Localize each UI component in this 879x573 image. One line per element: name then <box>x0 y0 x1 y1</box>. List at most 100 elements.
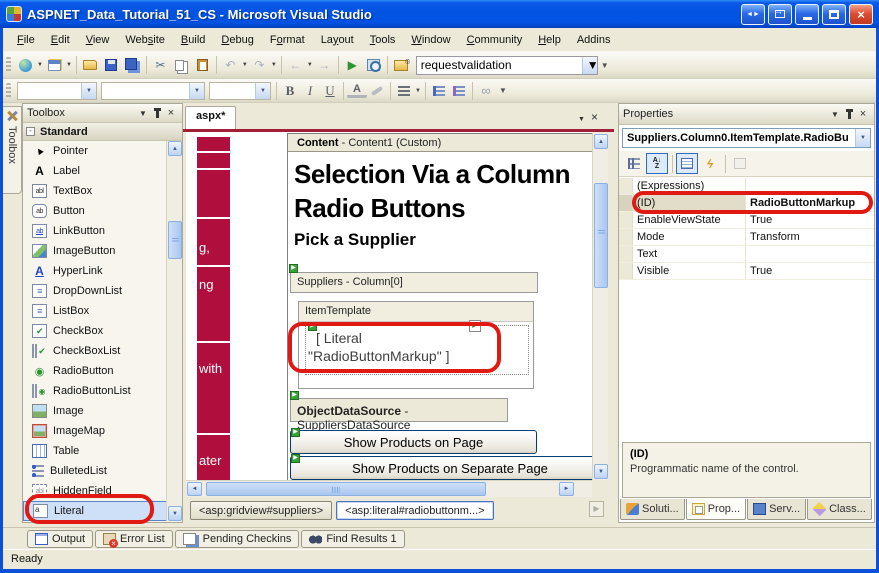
find-in-files-button[interactable] <box>392 56 411 75</box>
toolbox-section-standard[interactable]: - Standard <box>23 123 182 141</box>
target-schema-combo[interactable]: ▼ <box>17 82 97 100</box>
toolbar-overflow-button[interactable]: ▼ <box>499 86 507 95</box>
events-button[interactable]: ϟ <box>699 153 721 174</box>
bulleted-list-button[interactable] <box>429 81 449 100</box>
tag-literal-radiobuttonmarkup[interactable]: <asp:literal#radiobuttonm...> <box>336 501 493 520</box>
tab-error-list[interactable]: Error List <box>95 530 173 548</box>
scroll-left-button[interactable]: ◄ <box>187 482 202 496</box>
undo-dropdown[interactable]: ▼ <box>242 62 248 68</box>
tab-class[interactable]: Class... <box>807 499 872 520</box>
toolbox-item-radiobuttonlist[interactable]: ◉RadioButtonList <box>23 381 167 401</box>
navigate-forward-button[interactable]: → <box>315 56 334 75</box>
tab-prop[interactable]: Prop... <box>686 499 746 520</box>
tag-navigator-next-button[interactable]: ▶ <box>589 501 604 517</box>
italic-button[interactable]: I <box>300 81 320 100</box>
button-glyph-icon[interactable]: ▶ <box>291 454 300 463</box>
toolbox-item-pointer[interactable]: ►Pointer <box>23 141 167 161</box>
properties-view-button[interactable] <box>676 153 698 174</box>
search-combo-dropdown[interactable]: ▼ <box>582 57 597 74</box>
hyperlink-button[interactable]: ∞ <box>476 81 496 100</box>
toolbox-close-button[interactable]: × <box>164 107 178 120</box>
menu-build[interactable]: Build <box>173 31 213 49</box>
close-button[interactable]: × <box>849 4 873 25</box>
menu-window[interactable]: Window <box>403 31 458 49</box>
collapse-icon[interactable]: - <box>26 127 35 136</box>
underline-button[interactable]: U <box>320 81 340 100</box>
scrollbar-thumb[interactable] <box>168 221 182 259</box>
tab-find-results-1[interactable]: Find Results 1 <box>301 530 404 548</box>
categorized-button[interactable] <box>623 153 645 174</box>
copy-button[interactable] <box>172 56 191 75</box>
font-name-combo[interactable]: ▼ <box>101 82 205 100</box>
font-size-combo[interactable]: ▼ <box>209 82 271 100</box>
tab-soluti[interactable]: Soluti... <box>620 499 685 520</box>
combo-dropdown[interactable]: ▼ <box>255 83 270 99</box>
tab-output[interactable]: Output <box>27 530 93 548</box>
toolbar-overflow-button[interactable]: ▼ <box>601 61 609 70</box>
tab-serv[interactable]: Serv... <box>747 499 806 520</box>
undo-button[interactable]: ↶ <box>221 56 240 75</box>
menu-view[interactable]: View <box>78 31 118 49</box>
toolbox-item-hyperlink[interactable]: AHyperLink <box>23 261 167 281</box>
properties-object-dropdown[interactable]: ▼ <box>855 129 870 147</box>
toolbox-scrollbar[interactable]: ▲ ▼ <box>166 141 182 521</box>
property-value[interactable]: True <box>746 212 874 228</box>
menu-layout[interactable]: Layout <box>313 31 362 49</box>
start-debugging-button[interactable]: ▶ <box>343 56 362 75</box>
properties-pin-button[interactable] <box>842 108 856 121</box>
numbered-list-button[interactable] <box>449 81 469 100</box>
show-products-on-separate-page-button[interactable]: Show Products on Separate Page <box>290 456 592 480</box>
property-value[interactable] <box>746 246 874 262</box>
toolbox-item-linkbutton[interactable]: abLinkButton <box>23 221 167 241</box>
save-all-button[interactable] <box>123 56 142 75</box>
highlight-button[interactable] <box>367 81 387 100</box>
toolbox-item-listbox[interactable]: ≡ListBox <box>23 301 167 321</box>
add-new-item-button[interactable] <box>45 56 64 75</box>
toolbox-item-label[interactable]: ALabel <box>23 161 167 181</box>
document-tab-aspx[interactable]: aspx* <box>185 106 236 129</box>
menu-edit[interactable]: Edit <box>43 31 78 49</box>
search-combo-value[interactable]: requestvalidation <box>417 58 582 72</box>
alignment-button[interactable] <box>394 81 414 100</box>
property-row-text[interactable]: Text <box>619 246 874 263</box>
scroll-down-button[interactable]: ▼ <box>168 506 182 521</box>
scrollbar-thumb[interactable] <box>206 482 486 496</box>
design-horizontal-scrollbar[interactable]: ◄ ► <box>186 480 592 497</box>
navigate-back-button[interactable]: ← <box>286 56 305 75</box>
toolbox-item-table[interactable]: Table <box>23 441 167 461</box>
datasource-glyph-icon[interactable]: ▶ <box>290 391 299 400</box>
scroll-up-button[interactable]: ▲ <box>168 141 182 156</box>
property-pages-button[interactable] <box>729 153 751 174</box>
scrollbar-thumb[interactable] <box>594 183 608 288</box>
menu-debug[interactable]: Debug <box>213 31 261 49</box>
gridview-header[interactable]: Suppliers - Column[0] <box>290 272 538 293</box>
document-close-button[interactable]: × <box>591 110 604 124</box>
scroll-up-button[interactable]: ▲ <box>594 134 608 149</box>
button-glyph-icon[interactable]: ▶ <box>291 428 300 437</box>
combo-dropdown[interactable]: ▼ <box>81 83 96 99</box>
menu-website[interactable]: Website <box>117 31 173 49</box>
toolbox-item-textbox[interactable]: ablTextBox <box>23 181 167 201</box>
open-file-button[interactable] <box>81 56 100 75</box>
item-template-header[interactable]: ItemTemplate <box>299 302 533 322</box>
menu-file[interactable]: File <box>9 31 43 49</box>
property-row-enableviewstate[interactable]: EnableViewStateTrue <box>619 212 874 229</box>
toolbox-item-checkboxlist[interactable]: ✔CheckBoxList <box>23 341 167 361</box>
menu-help[interactable]: Help <box>530 31 569 49</box>
window-undock-button[interactable] <box>768 4 792 25</box>
toolbox-menu-dropdown[interactable]: ▼ <box>136 107 150 120</box>
show-products-on-page-button[interactable]: Show Products on Page <box>290 430 537 454</box>
bold-button[interactable]: B <box>280 81 300 100</box>
properties-menu-dropdown[interactable]: ▼ <box>828 108 842 121</box>
alphabetical-button[interactable]: A↓Z <box>646 153 668 174</box>
property-row-mode[interactable]: ModeTransform <box>619 229 874 246</box>
toolbar-grip[interactable] <box>6 83 11 99</box>
toolbox-side-tab[interactable]: Toolbox <box>3 106 22 194</box>
toolbox-header[interactable]: Toolbox ▼ × <box>23 104 182 123</box>
alignment-dropdown[interactable]: ▼ <box>415 88 421 94</box>
toolbox-item-button[interactable]: abButton <box>23 201 167 221</box>
toolbox-item-dropdownlist[interactable]: ≡DropDownList <box>23 281 167 301</box>
redo-button[interactable]: ↷ <box>250 56 269 75</box>
search-combo[interactable]: requestvalidation ▼ <box>416 56 598 75</box>
properties-object-combo[interactable]: Suppliers.Column0.ItemTemplate.RadioBu ▼ <box>622 128 871 148</box>
